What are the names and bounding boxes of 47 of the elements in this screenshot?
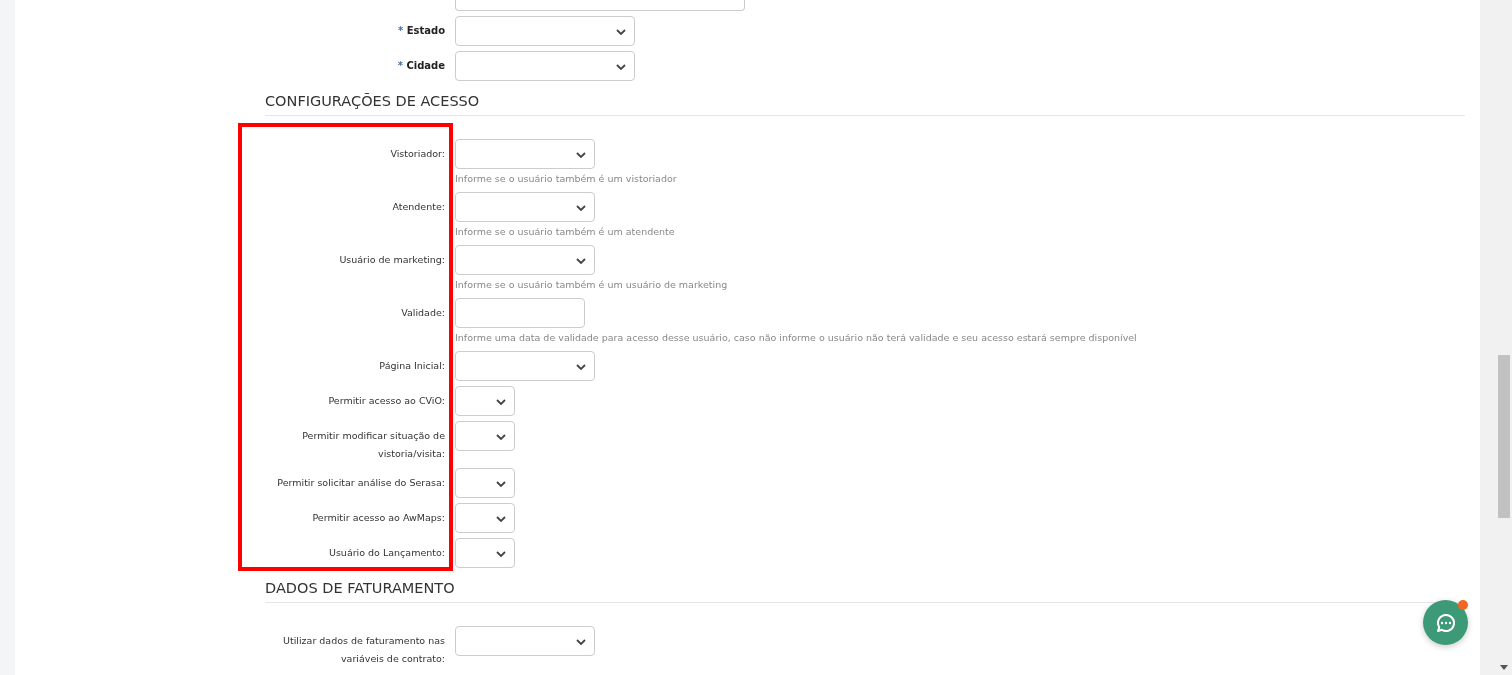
select-field[interactable]: [455, 538, 515, 568]
select-field[interactable]: [455, 468, 515, 498]
chevron-down-icon: [576, 205, 586, 211]
field-label: Permitir acesso ao AwMaps:: [311, 511, 445, 525]
chevron-down-icon: [576, 258, 586, 264]
field-label: Permitir solicitar análise do Serasa:: [276, 476, 445, 490]
chevron-down-icon: [496, 516, 506, 522]
scrollbar-thumb[interactable]: [1498, 355, 1510, 518]
section-heading: CONFIGURAÇÕES DE ACESSO: [265, 86, 1465, 116]
chevron-down-icon: [576, 364, 586, 370]
select-field[interactable]: [455, 51, 635, 81]
date-field[interactable]: [455, 298, 585, 328]
field-hint: Informe se o usuário também é um usuário de marketing: [455, 278, 729, 292]
chevron-down-icon: [576, 639, 586, 645]
field-label: Usuário de marketing:: [338, 253, 445, 267]
field-hint: Informe se o usuário também é um atendente: [455, 225, 676, 239]
chevron-down-icon: [496, 399, 506, 405]
field-hint: Informe se o usuário também é um vistoriador: [455, 172, 678, 186]
field-label: Usuário do Lançamento:: [327, 546, 445, 560]
field-label: Página Inicial:: [378, 359, 445, 373]
field-label: Utilizar dados de faturamento nas variáveis de contrato:: [282, 634, 445, 666]
field-label: Permitir acesso ao CViO:: [327, 394, 445, 408]
chevron-down-icon: [496, 551, 506, 557]
field-hint: Informe uma data de validade para acesso desse usuário, caso não informe o usuário não terá validade e seu acesso estará sempre disponível: [455, 331, 1138, 345]
select-field[interactable]: [455, 245, 595, 275]
chevron-down-icon: [496, 434, 506, 440]
field-label: Validade:: [400, 306, 445, 320]
select-field[interactable]: [455, 503, 515, 533]
select-field[interactable]: [455, 351, 595, 381]
chevron-down-icon: [576, 152, 586, 158]
select-field[interactable]: [455, 421, 515, 451]
select-field[interactable]: [455, 626, 595, 656]
scroll-down-icon[interactable]: [1500, 665, 1508, 670]
section-heading: DADOS DE FATURAMENTO: [265, 573, 1465, 603]
chevron-down-icon: [496, 481, 506, 487]
select-field[interactable]: [455, 139, 595, 169]
field-label: * Cidade: [396, 59, 445, 73]
field-label: Atendente:: [391, 200, 445, 214]
select-field[interactable]: [455, 386, 515, 416]
field-label: Vistoriador:: [389, 147, 445, 161]
select-field[interactable]: [455, 192, 595, 222]
select-field[interactable]: [455, 16, 635, 46]
chevron-down-icon: [616, 64, 626, 70]
chevron-down-icon: [616, 29, 626, 35]
text-field[interactable]: [455, 0, 745, 11]
field-label: Permitir modificar situação de vistoria/visita:: [301, 429, 445, 461]
field-label: * Estado: [396, 24, 445, 38]
